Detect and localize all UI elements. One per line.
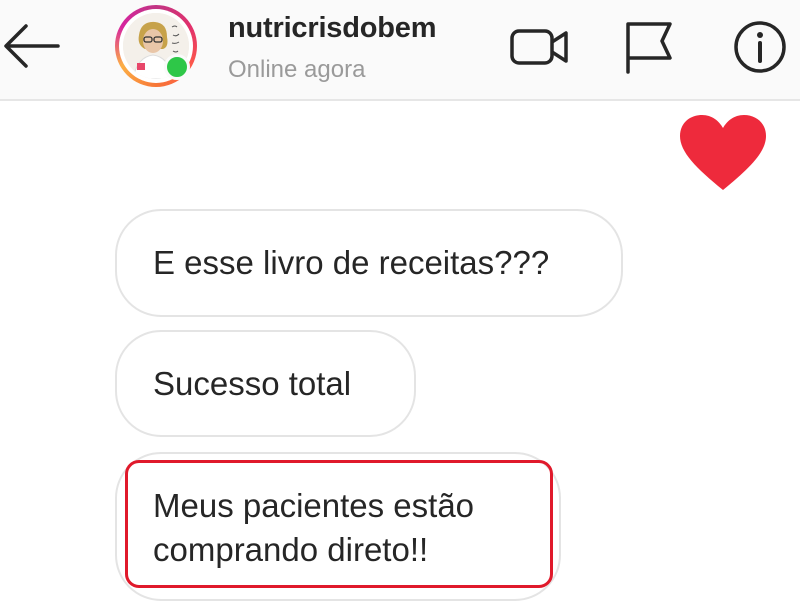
heart-icon: [680, 115, 766, 190]
video-call-button[interactable]: [508, 23, 572, 71]
heart-reaction-message[interactable]: [676, 112, 770, 194]
online-status: Online agora: [228, 56, 366, 83]
highlight-box: [125, 460, 553, 588]
arrow-left-icon: [4, 24, 60, 68]
username[interactable]: nutricrisdobem: [228, 12, 436, 45]
online-indicator: [164, 54, 190, 80]
back-button[interactable]: [0, 20, 62, 72]
report-button[interactable]: [620, 18, 676, 76]
video-camera-icon: [510, 29, 568, 65]
chat-header: nutricrisdobem Online agora: [0, 0, 800, 101]
message-bubble[interactable]: E esse livro de receitas???: [115, 209, 623, 317]
flag-icon: [626, 22, 672, 74]
info-button[interactable]: [732, 19, 788, 75]
message-bubble[interactable]: Sucesso total: [115, 330, 416, 437]
info-icon: [734, 21, 786, 73]
